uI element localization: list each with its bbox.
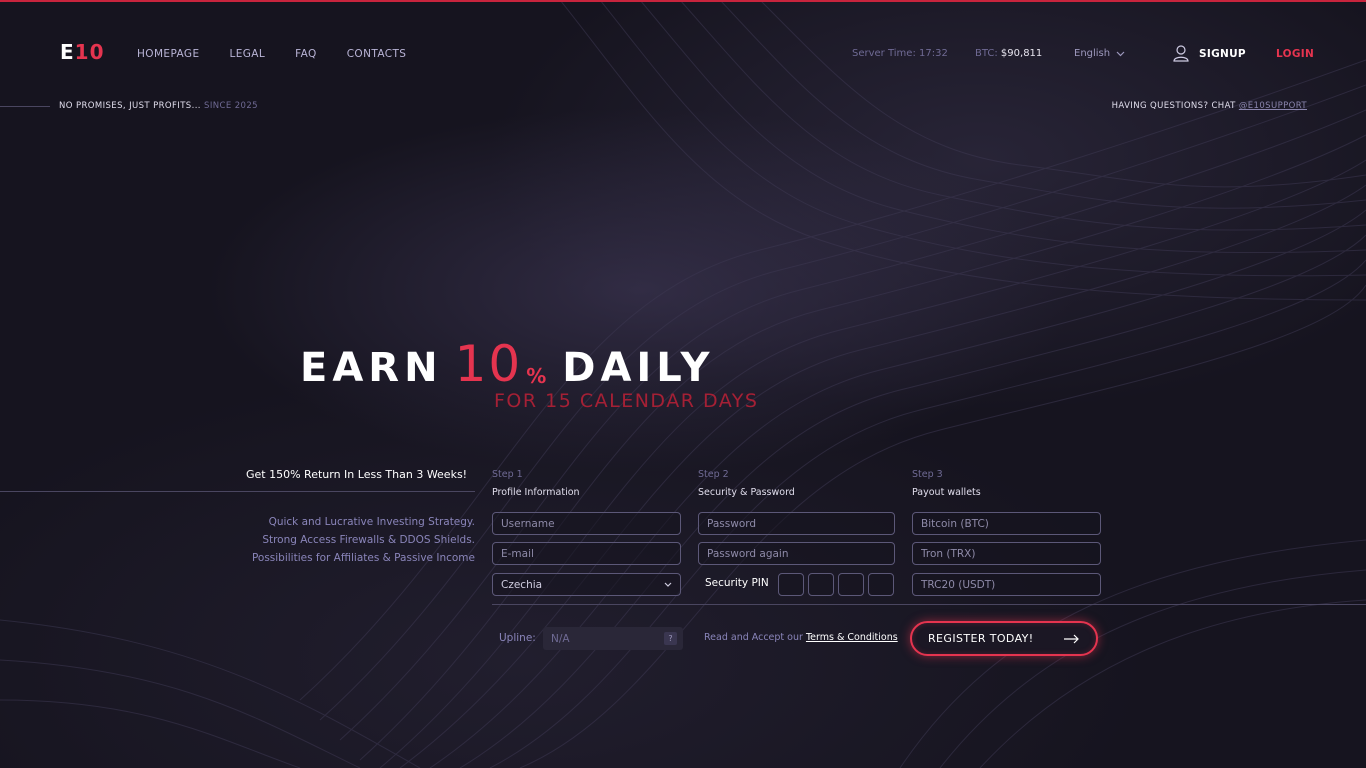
usdt-wallet-input[interactable] xyxy=(912,573,1101,596)
pin-digit-1[interactable] xyxy=(778,573,804,596)
language-selector[interactable]: English xyxy=(1074,48,1125,59)
slogan: NO PROMISES, JUST PROFITS... SINCE 2025 xyxy=(59,101,258,111)
login-link[interactable]: LOGIN xyxy=(1276,48,1314,60)
step-number: Step 1 xyxy=(492,469,523,480)
btc-label: BTC: xyxy=(975,48,998,59)
feature-item: Possibilities for Affiliates & Passive I… xyxy=(251,552,475,564)
upline-value: N/A xyxy=(551,632,570,645)
email-input[interactable] xyxy=(492,542,681,565)
country-value: Czechia xyxy=(501,578,543,591)
upline-label: Upline: xyxy=(499,632,536,644)
divider xyxy=(0,106,50,107)
language-label: English xyxy=(1074,48,1111,59)
register-label: REGISTER TODAY! xyxy=(928,632,1034,645)
step-3-header: Step 3 Payout wallets xyxy=(912,469,981,498)
step-title: Profile Information xyxy=(492,487,580,498)
hero-daily: DAILY xyxy=(562,345,715,391)
step-2-header: Step 2 Security & Password xyxy=(698,469,795,498)
hero-subtitle: FOR 15 CALENDAR DAYS xyxy=(494,390,759,412)
security-pin-label: Security PIN xyxy=(705,577,769,589)
user-icon xyxy=(1173,45,1189,62)
chevron-down-icon xyxy=(664,582,672,587)
logo-letter: E xyxy=(60,40,75,64)
signup-link[interactable]: SIGNUP xyxy=(1173,45,1246,62)
feature-item: Quick and Lucrative Investing Strategy. xyxy=(268,516,475,528)
support-help: HAVING QUESTIONS? CHAT @E10SUPPORT xyxy=(1112,101,1307,111)
arrow-right-icon xyxy=(1064,634,1079,643)
pin-digit-4[interactable] xyxy=(868,573,894,596)
top-accent-line xyxy=(0,0,1366,2)
nav-contacts[interactable]: CONTACTS xyxy=(347,48,407,60)
server-time-label: Server Time: xyxy=(852,48,916,59)
upline-field[interactable]: N/A ? xyxy=(543,627,683,650)
btc-value: $90,811 xyxy=(1000,48,1043,59)
step-title: Payout wallets xyxy=(912,487,981,498)
hero-percent: % xyxy=(526,364,547,388)
username-input[interactable] xyxy=(492,512,681,535)
step-number: Step 2 xyxy=(698,469,729,480)
help-text: HAVING QUESTIONS? CHAT xyxy=(1111,101,1236,111)
help-icon[interactable]: ? xyxy=(664,632,677,645)
pin-digit-3[interactable] xyxy=(838,573,864,596)
nav-homepage[interactable]: HOMEPAGE xyxy=(137,48,199,60)
hero-number: 10 xyxy=(454,335,523,393)
features-list: Quick and Lucrative Investing Strategy. … xyxy=(252,513,475,567)
return-title: Get 150% Return In Less Than 3 Weeks! xyxy=(246,468,468,481)
terms-link[interactable]: Terms & Conditions xyxy=(806,632,898,643)
step-1-header: Step 1 Profile Information xyxy=(492,469,580,498)
hero-earn: EARN xyxy=(300,345,443,391)
terms-text: Read and Accept our Terms & Conditions xyxy=(704,632,898,643)
hero-heading: EARN 10 % DAILY xyxy=(300,336,715,392)
logo-number: 10 xyxy=(74,40,105,64)
support-chat-link[interactable]: @E10SUPPORT xyxy=(1239,101,1307,111)
divider xyxy=(492,604,1366,605)
step-number: Step 3 xyxy=(912,469,943,480)
server-time: Server Time: 17:32 xyxy=(852,48,948,59)
logo[interactable]: E10 xyxy=(60,40,105,64)
btc-wallet-input[interactable] xyxy=(912,512,1101,535)
chevron-down-icon xyxy=(1116,51,1125,56)
since-text: SINCE 2025 xyxy=(204,101,258,111)
main-nav: HOMEPAGE LEGAL FAQ CONTACTS xyxy=(137,48,406,60)
feature-item: Strong Access Firewalls & DDOS Shields. xyxy=(262,534,475,546)
nav-faq[interactable]: FAQ xyxy=(295,48,317,60)
nav-legal[interactable]: LEGAL xyxy=(229,48,265,60)
btc-price: BTC: $90,811 xyxy=(975,48,1042,59)
step-title: Security & Password xyxy=(698,487,795,498)
pin-digit-2[interactable] xyxy=(808,573,834,596)
country-select[interactable]: Czechia xyxy=(492,573,681,596)
divider xyxy=(0,491,475,492)
terms-label: Read and Accept our xyxy=(704,632,803,643)
register-button[interactable]: REGISTER TODAY! xyxy=(910,621,1098,656)
trx-wallet-input[interactable] xyxy=(912,542,1101,565)
password-input[interactable] xyxy=(698,512,895,535)
slogan-text: NO PROMISES, JUST PROFITS... xyxy=(59,101,201,111)
signup-label: SIGNUP xyxy=(1199,47,1246,60)
server-time-value: 17:32 xyxy=(919,48,948,59)
password-again-input[interactable] xyxy=(698,542,895,565)
